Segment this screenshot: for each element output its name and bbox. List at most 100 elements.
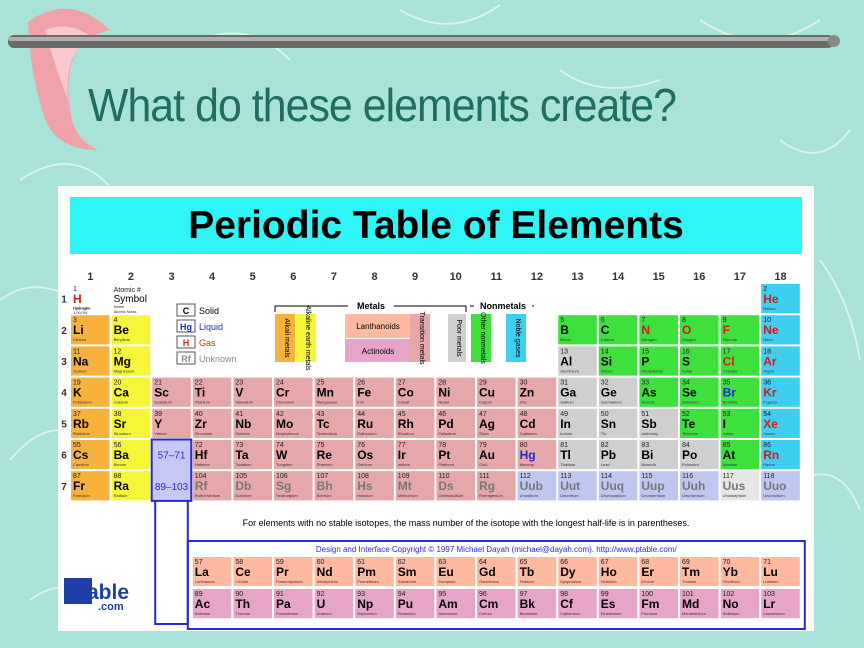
element-symbol: Sc xyxy=(154,386,169,400)
element-rb: 37RbRubidium xyxy=(70,407,111,440)
element-name: Ununpentium xyxy=(641,493,665,498)
element-name: Nobelium xyxy=(723,611,741,616)
element-name: Silicon xyxy=(601,368,613,373)
element-symbol: Fr xyxy=(73,479,85,493)
element-symbol: Uut xyxy=(560,479,580,493)
element-db: 105DbDubnium xyxy=(232,470,273,502)
element-name: Plutonium xyxy=(398,611,416,616)
element-name: Uranium xyxy=(317,611,333,616)
element-name: Helium xyxy=(763,306,776,311)
element-symbol: Hs xyxy=(357,479,373,493)
element-bh: 107BhBohrium xyxy=(313,470,355,502)
element-symbol: Uup xyxy=(641,479,664,493)
period-number: 4 xyxy=(61,388,67,399)
element-symbol: As xyxy=(641,386,657,400)
slide-title: What do these elements create? xyxy=(88,79,677,131)
period-number: 1 xyxy=(61,295,67,306)
element-name: Europium xyxy=(438,579,456,584)
element-symbol: Bk xyxy=(520,597,536,611)
element-name: Technetium xyxy=(317,431,338,436)
actinide-pu: 94PuPlutonium xyxy=(394,588,436,620)
element-name: Boron xyxy=(560,337,571,342)
element-hf: 72HfHafnium xyxy=(191,439,233,471)
element-symbol: F xyxy=(723,323,730,337)
element-symbol: Al xyxy=(560,354,572,368)
element-symbol: Ra xyxy=(114,479,130,493)
element-name: Rubidium xyxy=(73,431,91,436)
element-name: Strontium xyxy=(114,431,132,436)
element-symbol: Ne xyxy=(763,323,779,337)
lanthanide-pm: 61PmPromethium xyxy=(354,556,395,588)
element-sc: 21ScScandium xyxy=(151,376,192,408)
element-symbol: Si xyxy=(601,354,612,368)
element-name: Selenium xyxy=(682,400,699,405)
element-symbol: Tm xyxy=(682,565,700,579)
element-mn: 25MnManganese xyxy=(313,376,355,408)
element-b: 5BBoron xyxy=(557,314,598,346)
element-symbol: Mn xyxy=(317,386,334,400)
element-symbol: Pu xyxy=(398,597,413,611)
group-header: 11 xyxy=(490,271,502,283)
element-name: Nitrogen xyxy=(641,337,656,342)
element-symbol: Pb xyxy=(601,448,616,462)
group-header: 13 xyxy=(571,271,583,283)
element-symbol: O xyxy=(682,323,691,337)
element-symbol: Cr xyxy=(276,386,290,400)
element-symbol: Lr xyxy=(763,597,775,611)
range-7-label: 89–103 xyxy=(155,482,189,493)
element-y: 39YYttrium xyxy=(151,407,192,440)
element-os: 76OsOsmium xyxy=(354,439,395,471)
element-symbol: Xe xyxy=(763,417,778,431)
element-name: Niobium xyxy=(235,431,250,436)
element-name: Lawrencium xyxy=(763,611,785,616)
lanthanide-sm: 62SmSamarium xyxy=(394,556,436,588)
element-mo: 42MoMolybdenum xyxy=(273,407,314,440)
element-sb: 51SbAntimony xyxy=(638,407,680,440)
element-symbol: Uuh xyxy=(682,479,705,493)
isotope-footnote: For elements with no stable isotopes, th… xyxy=(243,518,690,528)
element-name: Hafnium xyxy=(195,462,211,467)
element-symbol: Tl xyxy=(560,448,571,462)
element-uuo: 118UuoUnunoctium xyxy=(760,470,801,502)
ptable-logo-domain: .com xyxy=(98,601,124,613)
element-name: Rhenium xyxy=(317,462,334,467)
element-name: Radon xyxy=(763,462,775,467)
element-symbol: Nb xyxy=(235,417,251,431)
element-symbol: N xyxy=(641,323,650,337)
element-symbol: Ni xyxy=(438,386,450,400)
element-al: 13AlAluminium xyxy=(557,345,598,377)
element-name: Antimony xyxy=(641,431,658,436)
element-name: Chlorine xyxy=(723,368,739,373)
element-symbol: Po xyxy=(682,448,697,462)
element-name: Iridium xyxy=(398,462,411,467)
element-name: Neptunium xyxy=(357,611,377,616)
element-symbol: Lu xyxy=(763,565,778,579)
element-ne: 10NeNeon xyxy=(760,314,801,346)
element-name: Potassium xyxy=(73,400,92,405)
element-name: Thallium xyxy=(560,462,576,467)
element-name: Barium xyxy=(114,462,127,467)
lanthanide-nd: 60NdNeodymium xyxy=(313,556,355,588)
element-symbol: Ca xyxy=(114,386,130,400)
element-rh: 45RhRhodium xyxy=(394,407,436,440)
element-symbol: Ta xyxy=(235,448,248,462)
actinide-no: 102NoNobelium xyxy=(719,588,761,620)
element-cr: 24CrChromium xyxy=(273,376,314,408)
element-symbol: Ir xyxy=(398,448,406,462)
element-symbol: Cf xyxy=(560,597,574,611)
element-name: Molybdenum xyxy=(276,431,300,436)
element-symbol: Tb xyxy=(520,565,535,579)
element-sn: 50SnTin xyxy=(597,407,639,440)
element-ru: 44RuRuthenium xyxy=(354,407,395,440)
element-symbol: H xyxy=(73,292,82,306)
state-legend-symbol: Hg xyxy=(180,322,192,332)
element-symbol: La xyxy=(195,565,209,579)
state-legend-label: Liquid xyxy=(199,322,223,332)
group-header: 14 xyxy=(612,271,625,283)
element-symbol: Ag xyxy=(479,417,495,431)
element-name: Silver xyxy=(479,431,490,436)
element-li: 3LiLithium xyxy=(70,314,111,346)
element-symbol: Pr xyxy=(276,565,289,579)
element-symbol: S xyxy=(682,354,690,368)
element-te: 52TeTellurium xyxy=(679,407,720,440)
